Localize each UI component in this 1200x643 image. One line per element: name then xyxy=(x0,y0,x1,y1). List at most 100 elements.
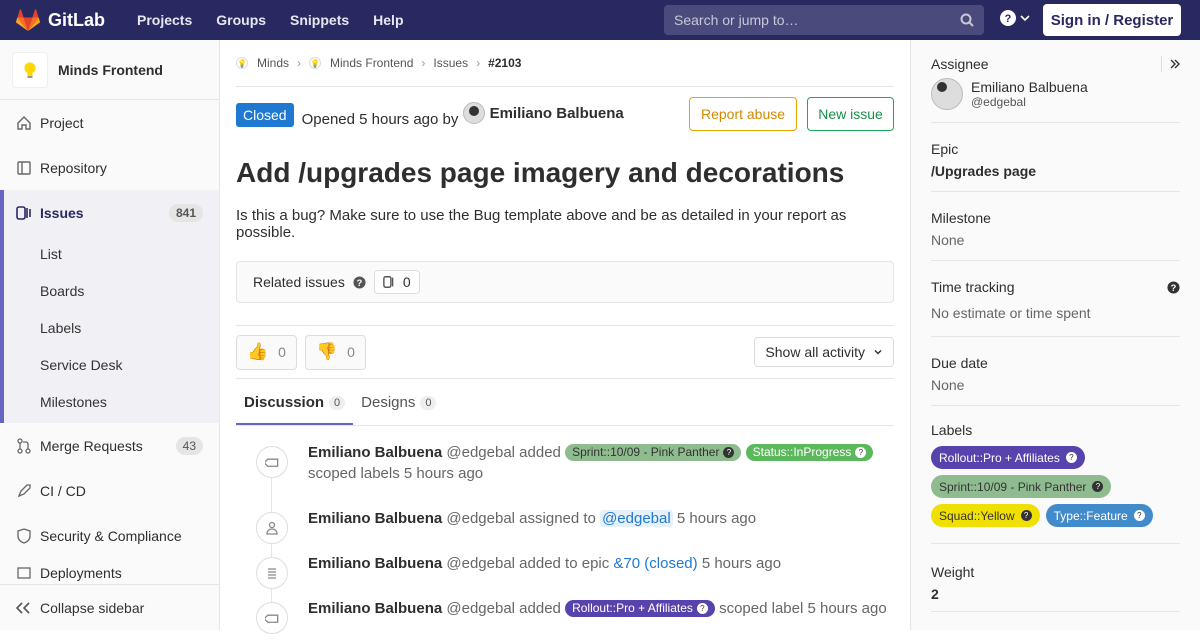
note-action: added xyxy=(519,444,561,461)
note-author[interactable]: Emiliano Balbuena xyxy=(308,555,442,572)
label-text: Status::InProgress xyxy=(752,445,852,459)
label-status[interactable]: Status::InProgress? xyxy=(745,444,874,461)
issue-title: Add /upgrades page imagery and decoratio… xyxy=(236,157,845,188)
label-text: Rollout::Pro + Affiliates xyxy=(572,601,693,615)
nav-help[interactable]: Help xyxy=(361,12,415,28)
group-avatar: 💡 xyxy=(236,57,248,69)
epic-icon xyxy=(256,557,288,589)
top-navbar: GitLab Projects Groups Snippets Help Sea… xyxy=(0,0,1200,40)
user-mention[interactable]: @edgebal xyxy=(600,510,673,527)
label-type[interactable]: Type::Feature? xyxy=(1045,504,1153,527)
tab-designs[interactable]: Designs 0 xyxy=(353,394,444,425)
nav-snippets[interactable]: Snippets xyxy=(278,12,361,28)
due-date-value: None xyxy=(931,377,965,393)
sign-in-button[interactable]: Sign in / Register xyxy=(1043,4,1181,36)
chevron-down-icon xyxy=(874,349,882,355)
svg-text:?: ? xyxy=(1171,283,1177,293)
milestone-title: Milestone xyxy=(931,210,991,226)
user-icon xyxy=(256,512,288,544)
activity-filter-dropdown[interactable]: Show all activity xyxy=(754,337,894,367)
note-author[interactable]: Emiliano Balbuena xyxy=(308,600,442,617)
label-sprint[interactable]: Sprint::10/09 - Pink Panther? xyxy=(931,475,1112,498)
author-link[interactable]: Emiliano Balbuena xyxy=(462,102,624,124)
thumbs-up-icon: 👍 xyxy=(247,342,269,361)
question-icon[interactable]: ? xyxy=(1167,281,1180,294)
search-input[interactable]: Search or jump to… xyxy=(664,5,984,35)
note-tail: scoped labels 5 hours ago xyxy=(308,465,484,482)
tag-icon xyxy=(256,602,288,634)
deploy-icon xyxy=(16,565,32,581)
sidebar-item-label: Issues xyxy=(40,204,84,221)
sidebar-sub-labels[interactable]: Labels xyxy=(4,309,219,346)
tab-count: 0 xyxy=(329,395,346,410)
nav-groups[interactable]: Groups xyxy=(204,12,278,28)
epic-value[interactable]: /Upgrades page xyxy=(931,163,1180,179)
collapse-right-icon[interactable] xyxy=(1161,56,1180,72)
collapse-sidebar-button[interactable]: Collapse sidebar xyxy=(0,584,219,630)
thumbs-up-button[interactable]: 👍 0 xyxy=(236,334,297,370)
search-icon xyxy=(960,13,974,27)
assignee-row[interactable]: Emiliano Balbuena @edgebal xyxy=(931,78,1180,110)
sidebar-sub-list[interactable]: List xyxy=(4,235,219,272)
sidebar-item-project[interactable]: Project xyxy=(0,100,219,145)
sidebar-sub-milestones[interactable]: Milestones xyxy=(4,383,219,423)
repo-icon xyxy=(16,160,32,176)
sidebar-sub-service-desk[interactable]: Service Desk xyxy=(4,346,219,383)
double-chevron-left-icon xyxy=(16,601,30,614)
note-tail: scoped label 5 hours ago xyxy=(719,600,887,617)
time-tracking-block: Time tracking ? No estimate or time spen… xyxy=(931,261,1180,337)
label-sprint[interactable]: Sprint::10/09 - Pink Panther? xyxy=(565,444,742,461)
due-date-block: Due date None xyxy=(931,337,1180,406)
breadcrumb-project[interactable]: Minds Frontend xyxy=(330,56,413,70)
question-icon: ? xyxy=(1065,452,1077,463)
sidebar-item-label: Deployments xyxy=(40,565,122,581)
note-item: Emiliano Balbuena @edgebal added Sprint:… xyxy=(236,442,894,508)
sidebar-sub-boards[interactable]: Boards xyxy=(4,272,219,309)
label-squad[interactable]: Squad::Yellow? xyxy=(931,504,1040,527)
breadcrumb-group[interactable]: Minds xyxy=(257,56,289,70)
project-header[interactable]: Minds Frontend xyxy=(0,40,219,100)
epic-link[interactable]: &70 (closed) xyxy=(613,555,697,572)
help-dropdown[interactable]: ? xyxy=(1000,10,1030,26)
tab-count: 0 xyxy=(420,395,437,410)
breadcrumb: 💡 Minds › 💡 Minds Frontend › Issues › #2… xyxy=(236,40,894,87)
sidebar-item-repository[interactable]: Repository xyxy=(0,145,219,190)
issue-header: Closed Opened 5 hours ago by Emiliano Ba… xyxy=(236,87,894,143)
note-item: Emiliano Balbuena @edgebal added to epic… xyxy=(236,553,894,598)
note-body: Emiliano Balbuena @edgebal added Sprint:… xyxy=(308,442,874,508)
assignee-block: Assignee Emiliano Balbuena @edgebal xyxy=(931,40,1180,123)
thumbs-down-icon: 👎 xyxy=(315,342,338,361)
label-rollout[interactable]: Rollout::Pro + Affiliates? xyxy=(931,446,1085,469)
sidebar-item-merge-requests[interactable]: Merge Requests 43 xyxy=(0,423,219,468)
weight-value: 2 xyxy=(931,586,939,602)
gitlab-logo[interactable]: GitLab xyxy=(16,9,105,31)
discussion-tabs: Discussion 0 Designs 0 xyxy=(236,378,894,426)
weight-title: Weight xyxy=(931,564,975,580)
sidebar-item-security[interactable]: Security & Compliance xyxy=(0,513,219,558)
label-text: Rollout::Pro + Affiliates xyxy=(939,450,1060,465)
issue-description: Is this a bug? Make sure to use the Bug … xyxy=(236,207,847,241)
collapse-label: Collapse sidebar xyxy=(40,599,145,616)
thumbs-down-button[interactable]: 👎 0 xyxy=(304,334,366,370)
question-icon[interactable]: ? xyxy=(353,275,366,289)
svg-text:?: ? xyxy=(356,277,362,287)
new-issue-button[interactable]: New issue xyxy=(807,97,894,131)
related-count[interactable]: 0 xyxy=(373,270,420,294)
time-tracking-value: No estimate or time spent xyxy=(931,305,1091,321)
weight-block: Weight 2 xyxy=(931,544,1180,612)
brand-name: GitLab xyxy=(48,9,105,30)
due-date-title: Due date xyxy=(931,355,988,371)
note-author[interactable]: Emiliano Balbuena xyxy=(308,510,442,527)
breadcrumb-issues[interactable]: Issues xyxy=(433,56,468,70)
nav-projects[interactable]: Projects xyxy=(125,12,204,28)
breadcrumb-current[interactable]: #2103 xyxy=(488,56,521,70)
sidebar-item-issues[interactable]: Issues 841 xyxy=(4,190,219,235)
sidebar-item-ci-cd[interactable]: CI / CD xyxy=(0,468,219,513)
thumbs-up-count: 0 xyxy=(278,344,286,360)
tab-discussion[interactable]: Discussion 0 xyxy=(236,394,354,425)
svg-text:?: ? xyxy=(1005,13,1012,25)
label-rollout[interactable]: Rollout::Pro + Affiliates? xyxy=(565,600,715,617)
note-author[interactable]: Emiliano Balbuena xyxy=(308,444,442,461)
report-abuse-button[interactable]: Report abuse xyxy=(689,97,797,131)
issues-icon xyxy=(383,276,394,288)
